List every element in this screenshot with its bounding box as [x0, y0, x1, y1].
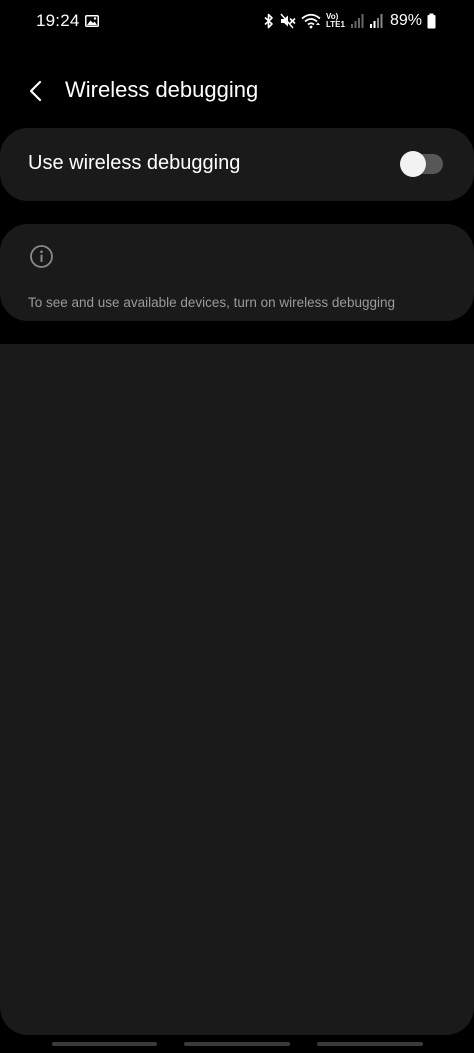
- status-time: 19:24: [36, 11, 80, 30]
- status-bar: 19:24 Vo) LTE1 89%: [0, 0, 474, 44]
- nav-back-handle[interactable]: [317, 1042, 423, 1046]
- status-icons: Vo) LTE1 89%: [263, 10, 436, 32]
- battery-icon: [427, 13, 436, 29]
- toggle-label: Use wireless debugging: [28, 152, 241, 174]
- paired-devices-panel: [0, 344, 474, 1035]
- volte-icon: Vo) LTE1: [326, 13, 345, 29]
- battery-percent: 89%: [389, 12, 422, 29]
- signal-icon-2: [369, 13, 383, 29]
- screen: 19:24 Vo) LTE1 89% Wireless debugging Us…: [0, 0, 474, 1053]
- chevron-left-icon: [29, 80, 42, 102]
- switch-thumb: [400, 151, 426, 177]
- wireless-debugging-switch[interactable]: [400, 151, 443, 177]
- wireless-debugging-toggle-row[interactable]: Use wireless debugging: [0, 128, 474, 201]
- volte-line2: LTE1: [326, 20, 345, 29]
- mute-icon: [280, 13, 296, 29]
- info-text: To see and use available devices, turn o…: [28, 295, 395, 310]
- info-icon: [29, 244, 54, 269]
- navigation-bar: [0, 1036, 474, 1053]
- page-title: Wireless debugging: [65, 77, 259, 102]
- back-button[interactable]: [20, 74, 52, 108]
- nav-home-handle[interactable]: [184, 1042, 290, 1046]
- wifi-icon: [301, 13, 321, 29]
- app-header: Wireless debugging: [0, 62, 474, 120]
- nav-recents-handle[interactable]: [52, 1042, 157, 1046]
- gallery-icon: [85, 14, 99, 27]
- bluetooth-icon: [263, 13, 275, 29]
- signal-icon: [350, 13, 364, 29]
